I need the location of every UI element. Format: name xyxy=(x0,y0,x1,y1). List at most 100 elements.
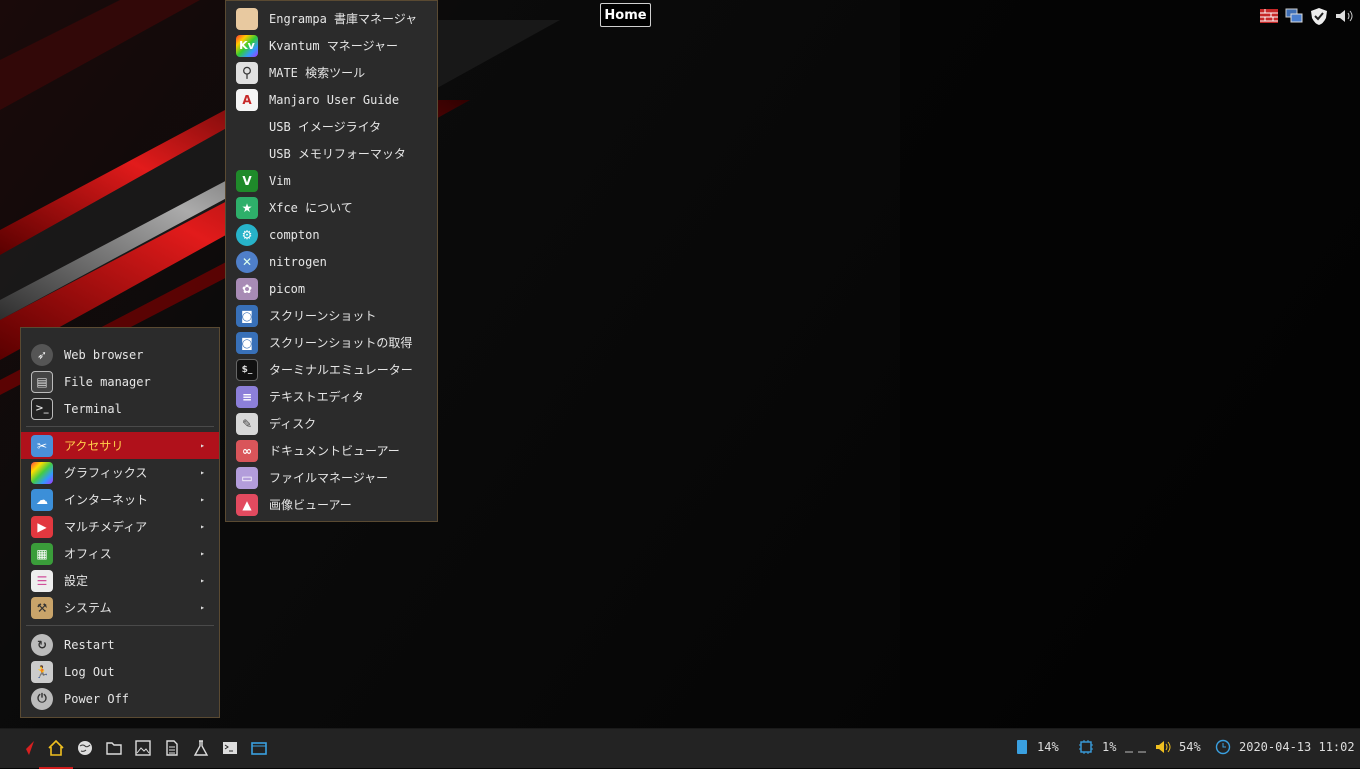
accessories-icon: ✂ xyxy=(31,434,53,457)
submenu-item-image-viewer[interactable]: ▲ 画像ビューアー xyxy=(226,491,437,518)
power-icon: ⏻ xyxy=(31,687,53,710)
submenu-arrow-icon: ▸ xyxy=(200,522,205,531)
volume-indicator[interactable]: 54% xyxy=(1155,739,1201,755)
network-error-icon[interactable] xyxy=(1258,6,1279,26)
screenshot-icon: ◙ xyxy=(236,304,258,327)
workspace-home-button[interactable]: Home xyxy=(600,3,651,27)
datetime-value: 2020-04-13 11:02 xyxy=(1239,740,1355,754)
menu-category-graphics[interactable]: グラフィックス ▸ xyxy=(21,459,219,486)
submenu-item-screenshot[interactable]: ◙ スクリーンショット xyxy=(226,302,437,329)
terminal-icon[interactable] xyxy=(219,737,241,759)
text-editor-icon: ≡ xyxy=(236,385,258,408)
submenu-item-nitrogen[interactable]: ✕ nitrogen xyxy=(226,248,437,275)
picom-icon: ✿ xyxy=(236,277,258,300)
clock[interactable]: 2020-04-13 11:02 xyxy=(1215,739,1355,755)
submenu-item-engrampa[interactable]: Engrampa 書庫マネージャ xyxy=(226,5,437,32)
menu-item-log-out[interactable]: 🏃 Log Out xyxy=(21,658,219,685)
submenu-item-file-manager[interactable]: ▭ ファイルマネージャー xyxy=(226,464,437,491)
flask-icon[interactable] xyxy=(190,737,212,759)
folder-icon[interactable] xyxy=(103,737,125,759)
submenu-item-mate-search[interactable]: ⚲ MATE 検索ツール xyxy=(226,59,437,86)
volume-value: 54% xyxy=(1179,740,1201,754)
menu-category-settings[interactable]: ☰ 設定 ▸ xyxy=(21,567,219,594)
submenu-arrow-icon: ▸ xyxy=(200,576,205,585)
menu-category-internet[interactable]: ☁ インターネット ▸ xyxy=(21,486,219,513)
memory-value: 14% xyxy=(1037,740,1059,754)
home-icon[interactable] xyxy=(39,737,73,769)
document-viewer-icon: ∞ xyxy=(236,439,258,462)
submenu-item-terminal-emulator[interactable]: $_ ターミナルエミュレーター xyxy=(226,356,437,383)
menu-category-office[interactable]: ▦ オフィス ▸ xyxy=(21,540,219,567)
menu-separator xyxy=(26,426,214,427)
submenu-arrow-icon: ▸ xyxy=(200,495,205,504)
submenu-item-compton[interactable]: ⚙ compton xyxy=(226,221,437,248)
pdf-icon: A xyxy=(236,88,258,111)
submenu-item-usb-image-writer[interactable]: USB イメージライタ xyxy=(226,113,437,140)
vim-icon: V xyxy=(236,169,258,192)
submenu-arrow-icon: ▸ xyxy=(200,441,205,450)
memory-indicator[interactable]: 14% xyxy=(1015,739,1059,755)
archive-icon xyxy=(236,7,258,30)
top-panel: Home xyxy=(0,0,1360,32)
submenu-item-usb-formatter[interactable]: USB メモリフォーマッタ xyxy=(226,140,437,167)
cpu-value: 1% xyxy=(1102,740,1117,754)
logout-icon: 🏃 xyxy=(31,660,53,683)
memory-icon xyxy=(1017,740,1027,754)
internet-icon: ☁ xyxy=(31,488,53,511)
menu-category-system[interactable]: ⚒ システム ▸ xyxy=(21,594,219,621)
window-icon[interactable] xyxy=(248,737,270,759)
application-menu: ➶ Web browser ▤ File manager >_ Terminal… xyxy=(20,327,220,718)
speaker-icon xyxy=(1156,741,1171,753)
menu-category-accessories[interactable]: ✂ アクセサリ ▸ xyxy=(21,432,219,459)
clock-icon xyxy=(1215,739,1231,755)
cpu-icon xyxy=(1079,740,1093,754)
shield-icon[interactable] xyxy=(1308,6,1329,26)
submenu-arrow-icon: ▸ xyxy=(200,549,205,558)
multimedia-icon: ▶ xyxy=(31,515,53,538)
network-icon[interactable] xyxy=(1283,6,1304,26)
submenu-item-kvantum[interactable]: Kv Kvantum マネージャー xyxy=(226,32,437,59)
volume-icon[interactable] xyxy=(1333,6,1354,26)
menu-item-restart[interactable]: ↻ Restart xyxy=(21,631,219,658)
terminal-icon: >_ xyxy=(31,397,53,420)
submenu-item-picom[interactable]: ✿ picom xyxy=(226,275,437,302)
kvantum-icon: Kv xyxy=(236,34,258,57)
image-viewer-icon: ▲ xyxy=(236,493,258,516)
bottom-panel: 14% 1% 54% 2020-04-13 11:02 xyxy=(0,728,1360,769)
submenu-item-manjaro-guide[interactable]: A Manjaro User Guide xyxy=(226,86,437,113)
folder-icon: ▭ xyxy=(236,466,258,489)
menu-rocket-icon[interactable] xyxy=(16,737,38,759)
accessories-submenu: Engrampa 書庫マネージャ Kv Kvantum マネージャー ⚲ MAT… xyxy=(225,0,438,522)
menu-item-file-manager[interactable]: ▤ File manager xyxy=(21,368,219,395)
screenshot-capture-icon: ◙ xyxy=(236,331,258,354)
cpu-graph-icon xyxy=(1125,751,1147,753)
submenu-item-document-viewer[interactable]: ∞ ドキュメントビューアー xyxy=(226,437,437,464)
terminal-emulator-icon: $_ xyxy=(236,358,258,381)
web-browser-icon: ➶ xyxy=(31,343,53,366)
disks-icon: ✎ xyxy=(236,412,258,435)
nitrogen-icon: ✕ xyxy=(236,250,258,273)
system-tray xyxy=(1258,6,1354,26)
submenu-arrow-icon: ▸ xyxy=(200,468,205,477)
submenu-item-take-screenshot[interactable]: ◙ スクリーンショットの取得 xyxy=(226,329,437,356)
document-icon[interactable] xyxy=(161,737,183,759)
menu-item-terminal[interactable]: >_ Terminal xyxy=(21,395,219,422)
submenu-item-vim[interactable]: V Vim xyxy=(226,167,437,194)
submenu-item-text-editor[interactable]: ≡ テキストエディタ xyxy=(226,383,437,410)
image-icon[interactable] xyxy=(132,737,154,759)
settings-icon: ☰ xyxy=(31,569,53,592)
menu-item-web-browser[interactable]: ➶ Web browser xyxy=(21,341,219,368)
menu-category-multimedia[interactable]: ▶ マルチメディア ▸ xyxy=(21,513,219,540)
office-icon: ▦ xyxy=(31,542,53,565)
restart-icon: ↻ xyxy=(31,633,53,656)
launcher-bar xyxy=(16,737,270,769)
menu-item-power-off[interactable]: ⏻ Power Off xyxy=(21,685,219,712)
compton-icon: ⚙ xyxy=(236,223,258,246)
xfce-icon: ★ xyxy=(236,196,258,219)
submenu-item-disks[interactable]: ✎ ディスク xyxy=(226,410,437,437)
cpu-indicator[interactable]: 1% xyxy=(1078,739,1148,755)
search-icon: ⚲ xyxy=(236,61,258,84)
menu-separator xyxy=(26,625,214,626)
globe-icon[interactable] xyxy=(74,737,96,759)
submenu-item-about-xfce[interactable]: ★ Xfce について xyxy=(226,194,437,221)
